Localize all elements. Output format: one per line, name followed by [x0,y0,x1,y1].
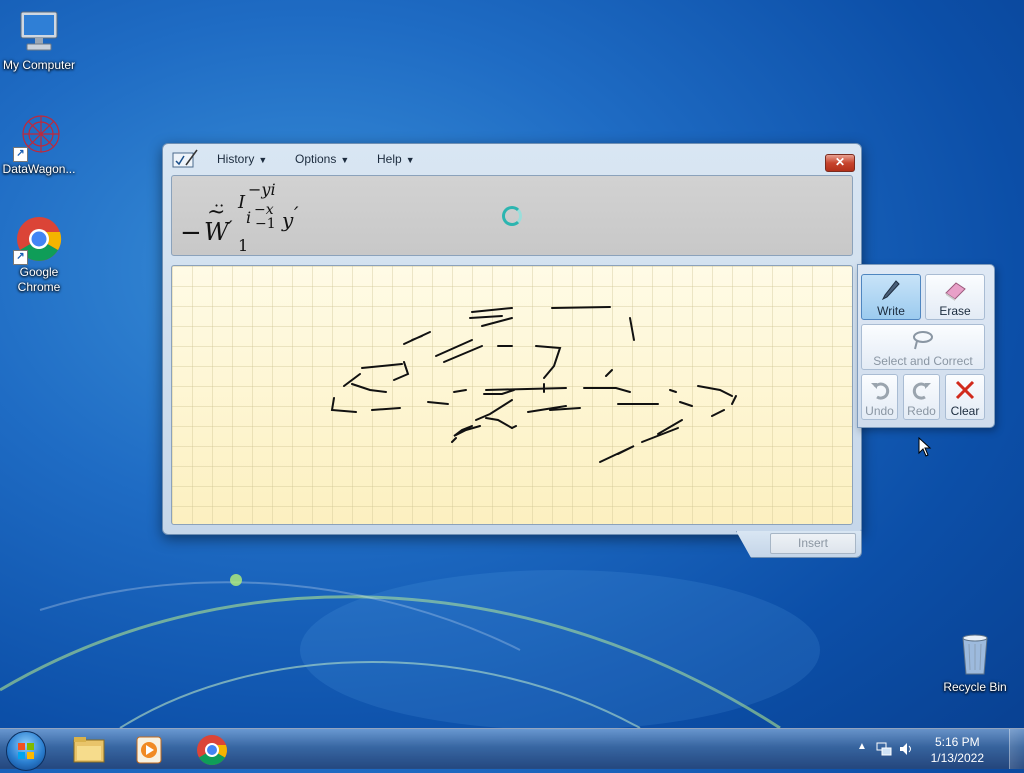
math-w-prime: ′ [228,216,233,240]
ink-stroke [469,307,513,327]
math-minus: − [180,218,202,248]
datawagon-icon: ↗ [13,112,63,162]
write-button[interactable]: Write [861,274,921,320]
math-input-panel-window: History ▼ Options ▼ Help ▼ ✕ − W ·· ~ ′ I −… [162,143,862,535]
desktop-icon-label: DataWagon... [2,162,76,176]
close-button[interactable]: ✕ [825,154,855,172]
erase-button[interactable]: Erase [925,274,985,320]
pen-icon [881,280,900,301]
taskbar: ▲ 5:16 PM 1/13/2022 [0,728,1024,771]
clock-date: 1/13/2022 [930,751,984,765]
math-input-panel-icon [172,149,198,169]
ink-stroke [330,397,401,413]
ink-stroke [483,387,567,395]
network-icon[interactable] [876,741,892,757]
ink-stroke [617,401,725,417]
math-tilde: ~ [207,200,226,225]
wallpaper-flower [230,574,242,586]
system-tray: ▲ 5:16 PM 1/13/2022 [854,729,1024,769]
menu-label: Help [377,152,402,166]
clock[interactable]: 5:16 PM 1/13/2022 [931,734,984,766]
ink-stroke [403,331,431,345]
eraser-icon [945,282,966,301]
desktop-icon-datawagon[interactable]: ↗ DataWagon... [0,112,81,177]
redo-icon [912,382,931,400]
redo-button[interactable]: Redo [903,374,940,420]
shortcut-arrow-icon: ↗ [13,250,28,265]
ink-stroke [599,445,635,463]
volume-icon[interactable] [898,741,914,757]
chrome-icon[interactable] [185,732,239,768]
menu-options[interactable]: Options ▼ [295,152,349,166]
ink-stroke [361,361,410,381]
math-sup-yi: −yi [248,180,276,199]
recycle-bin-icon [951,630,999,678]
ink-stroke [497,345,562,379]
clear-x-icon [955,380,975,400]
file-explorer-icon[interactable] [62,732,116,768]
select-and-correct-label: Select and Correct [873,354,973,368]
ink-stroke [453,417,513,437]
undo-icon [870,382,889,400]
select-and-correct-button[interactable]: Select and Correct [861,324,985,370]
media-player-icon[interactable] [122,732,176,768]
mouse-cursor-icon [918,437,932,457]
menu-label: Options [295,152,337,166]
title-bar[interactable]: History ▼ Options ▼ Help ▼ ✕ [163,144,861,174]
ink-stroke [475,399,581,421]
menu-history[interactable]: History ▼ [217,152,267,166]
desktop-icon-my-computer[interactable]: My Computer [0,8,81,73]
ink-stroke [435,339,483,363]
chevron-down-icon: ▼ [258,155,268,165]
write-label: Write [877,304,905,318]
menu-label: History [217,152,255,166]
chevron-down-icon: ▼ [340,155,350,165]
show-hidden-icons-icon[interactable]: ▲ [857,741,867,752]
menu-help[interactable]: Help ▼ [377,152,415,166]
undo-button[interactable]: Undo [861,374,898,420]
shortcut-arrow-icon: ↗ [13,147,28,162]
desktop-icon-label: Google Chrome [17,265,61,294]
math-y: y [282,208,294,232]
undo-label: Undo [865,404,894,418]
math-sub-i: i [246,208,252,227]
desktop-icon-label: Recycle Bin [943,680,1007,694]
ink-stroke [629,317,635,341]
chrome-icon: ↗ [13,215,63,265]
redo-label: Redo [907,404,936,418]
ink-stroke [451,425,517,443]
lasso-icon [913,331,933,350]
computer-icon [15,8,63,56]
clear-label: Clear [950,404,980,418]
insert-button[interactable]: Insert [770,533,856,554]
clock-time: 5:16 PM [934,735,980,749]
chevron-down-icon: ▼ [405,155,415,165]
ink-stroke [427,389,467,405]
math-bottom-1: 1 [238,236,249,255]
show-desktop-button[interactable] [1009,729,1024,769]
tool-panel: Write Erase Select and Correct Undo Redo [857,264,995,428]
ink-strokes [330,306,737,463]
preview-pane: − W ·· ~ ′ I −yi i −x −1 y ′ 1 [171,175,853,256]
desktop-icon-label: My Computer [2,58,76,72]
math-sup-i: I [238,192,246,213]
busy-spinner-icon [502,206,522,226]
erase-label: Erase [939,304,971,318]
ink-stroke [551,306,611,309]
ink-stroke [641,419,683,443]
clear-button[interactable]: Clear [945,374,985,420]
start-orb-icon[interactable] [6,731,46,771]
ink-stroke [343,373,387,393]
math-y-prime: ′ [294,202,299,226]
writing-area[interactable] [171,265,853,525]
desktop-icon-recycle-bin[interactable]: Recycle Bin [933,630,1017,695]
desktop-icon-google-chrome[interactable]: ↗ Google Chrome [0,215,81,295]
math-sub-1: −1 [255,216,276,232]
